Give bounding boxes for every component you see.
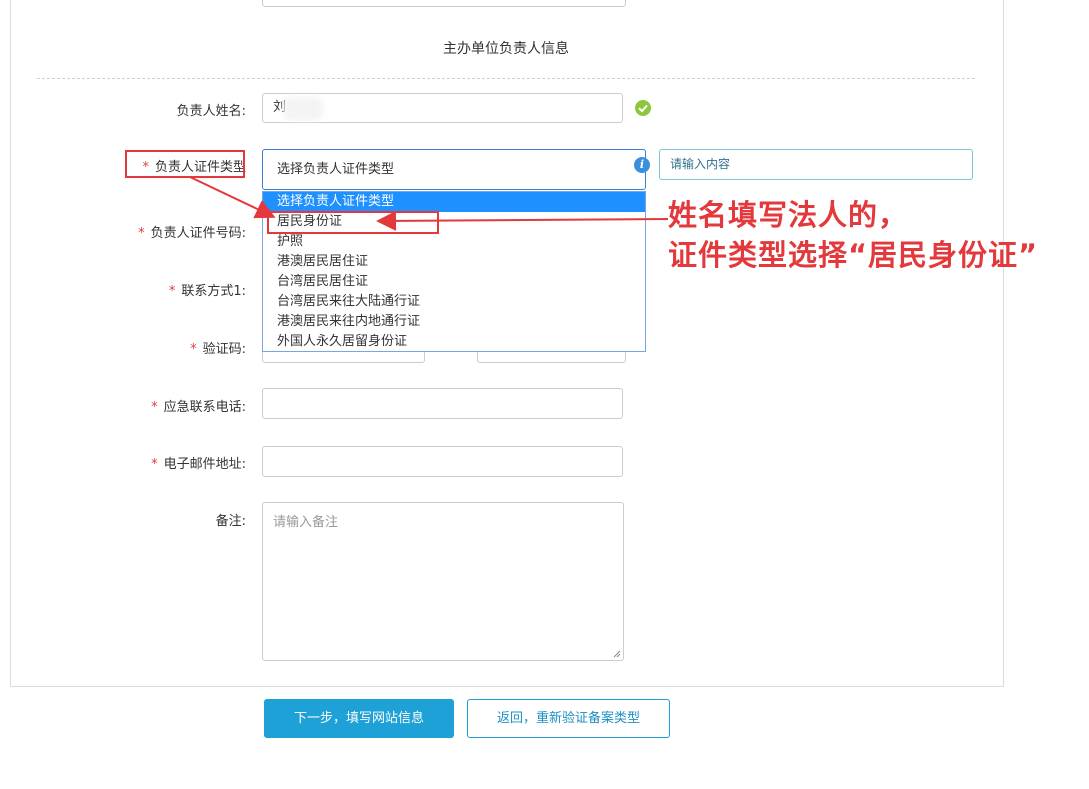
annotation-arrows — [189, 176, 669, 231]
annotation-line-2: 证件类型选择“居民身份证” — [668, 238, 1039, 272]
annotation-line-1: 姓名填写法人的， — [668, 198, 909, 232]
arrow-label-to-option — [189, 176, 276, 219]
back-button[interactable]: 返回，重新验证备案类型 — [467, 699, 670, 738]
arrow-note-to-option — [376, 210, 669, 231]
next-step-button[interactable]: 下一步，填写网站信息 — [264, 699, 454, 738]
